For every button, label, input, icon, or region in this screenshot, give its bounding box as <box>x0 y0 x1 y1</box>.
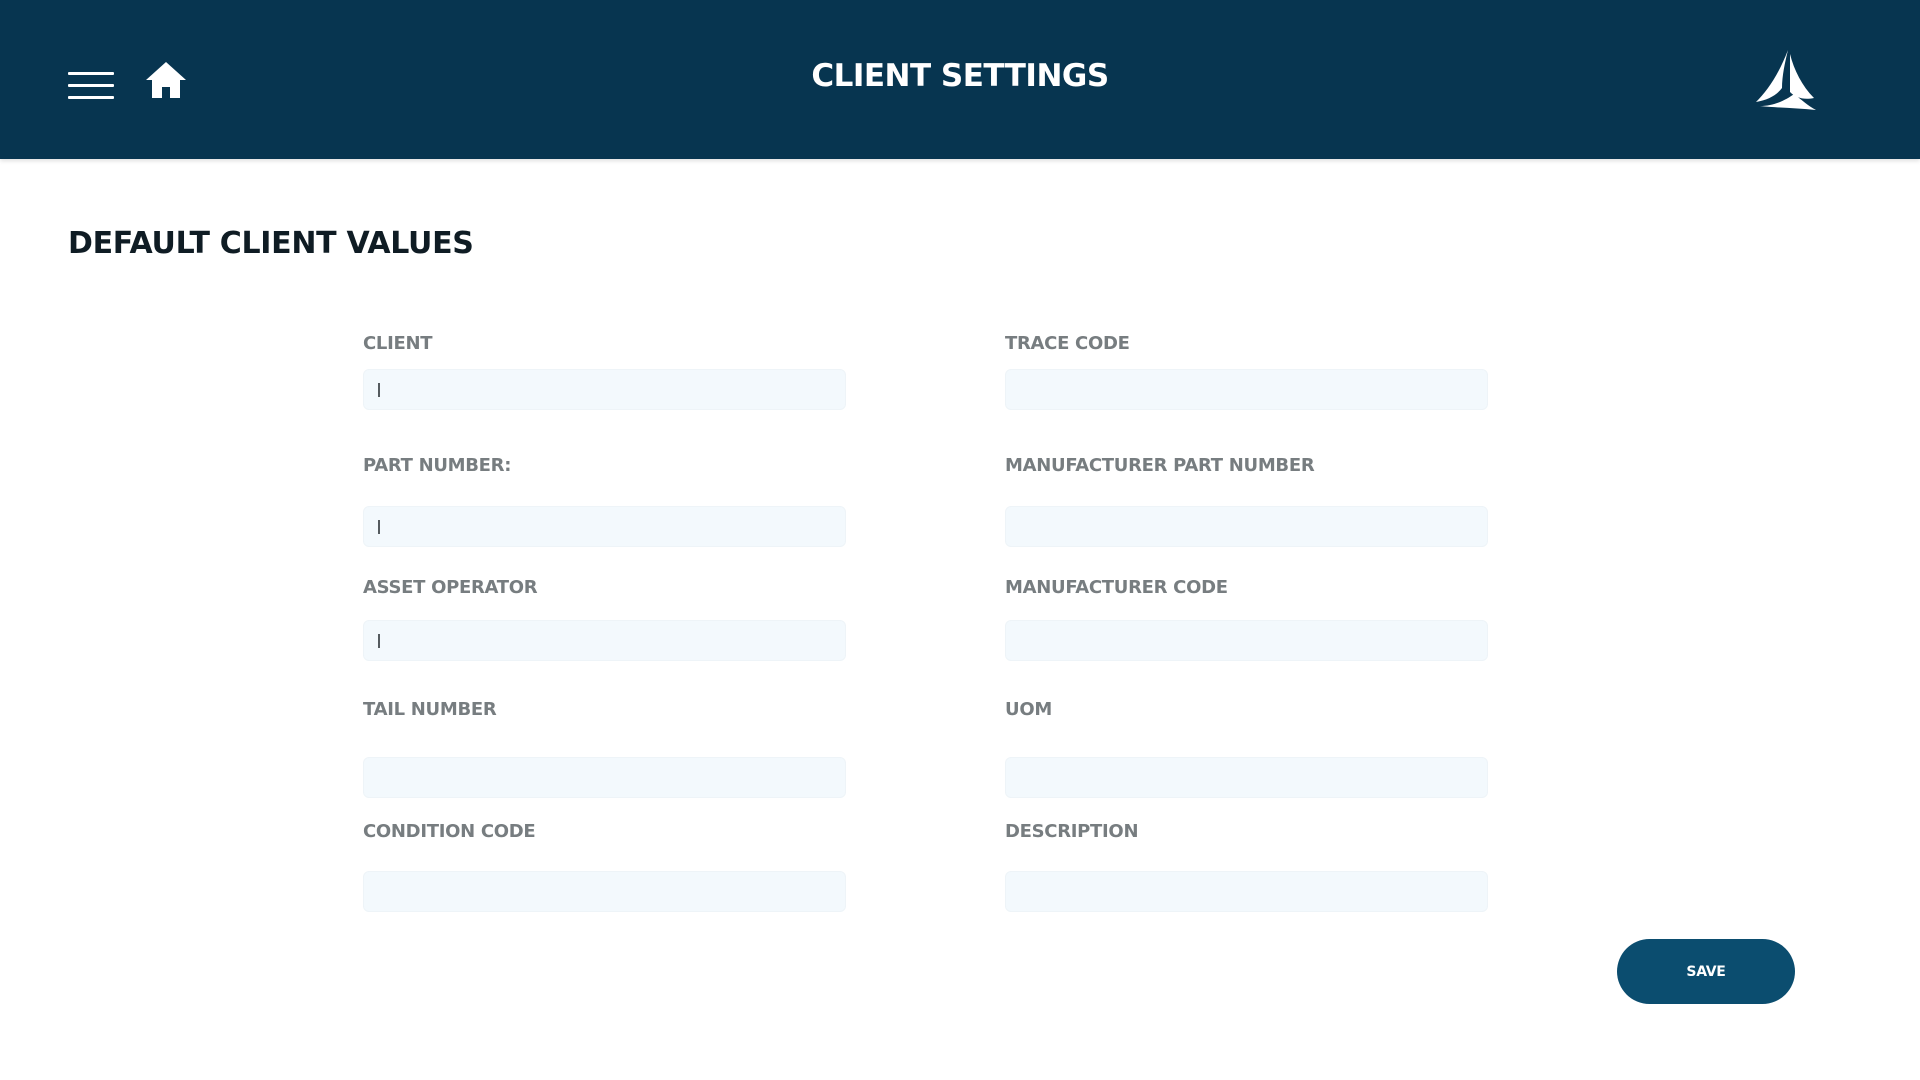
company-logo <box>1752 48 1818 112</box>
manufacturer-part-number-input[interactable] <box>1005 506 1488 547</box>
part-number-input[interactable] <box>363 506 846 547</box>
text-cursor <box>378 634 380 648</box>
text-cursor <box>378 383 380 397</box>
description-input[interactable] <box>1005 871 1488 912</box>
asset-operator-label: ASSET OPERATOR <box>363 577 538 598</box>
manufacturer-part-number-label: MANUFACTURER PART NUMBER <box>1005 455 1315 476</box>
save-button[interactable]: SAVE <box>1617 939 1795 1004</box>
trace-code-label: TRACE CODE <box>1005 333 1130 354</box>
asset-operator-input[interactable] <box>363 620 846 661</box>
trace-code-input[interactable] <box>1005 369 1488 410</box>
manufacturer-code-label: MANUFACTURER CODE <box>1005 577 1228 598</box>
uom-input[interactable] <box>1005 757 1488 798</box>
section-title: DEFAULT CLIENT VALUES <box>68 226 474 261</box>
tail-number-label: TAIL NUMBER <box>363 699 497 720</box>
description-label: DESCRIPTION <box>1005 821 1139 842</box>
client-input[interactable] <box>363 369 846 410</box>
condition-code-input[interactable] <box>363 871 846 912</box>
part-number-label: PART NUMBER: <box>363 455 512 476</box>
client-label: CLIENT <box>363 333 433 354</box>
tail-number-input[interactable] <box>363 757 846 798</box>
uom-label: UOM <box>1005 699 1052 720</box>
text-cursor <box>378 520 380 534</box>
condition-code-label: CONDITION CODE <box>363 821 536 842</box>
app-header: CLIENT SETTINGS <box>0 0 1920 159</box>
page-title: CLIENT SETTINGS <box>811 58 1109 94</box>
manufacturer-code-input[interactable] <box>1005 620 1488 661</box>
